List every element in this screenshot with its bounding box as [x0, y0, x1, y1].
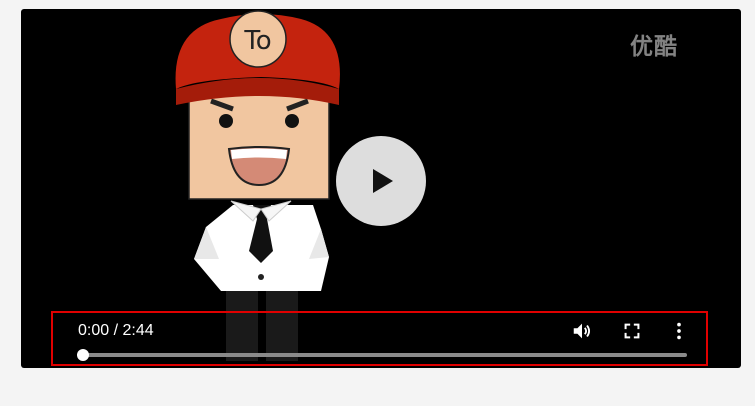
play-icon [373, 169, 393, 193]
time-display: 0:00 / 2:44 [78, 322, 154, 339]
play-button[interactable] [336, 136, 426, 226]
more-vert-icon[interactable] [668, 320, 690, 342]
youku-watermark: 优酷 [630, 34, 678, 60]
control-bar: 0:00 / 2:44 [51, 311, 708, 366]
video-player[interactable]: To 优酷 0:00 / 2:44 [21, 9, 741, 368]
progress-bar[interactable] [77, 349, 687, 361]
character-illustration: To [175, 10, 340, 361]
cap-label: To [243, 26, 271, 56]
fullscreen-icon[interactable] [621, 320, 643, 342]
volume-icon[interactable] [571, 320, 593, 342]
progress-thumb[interactable] [77, 349, 89, 361]
